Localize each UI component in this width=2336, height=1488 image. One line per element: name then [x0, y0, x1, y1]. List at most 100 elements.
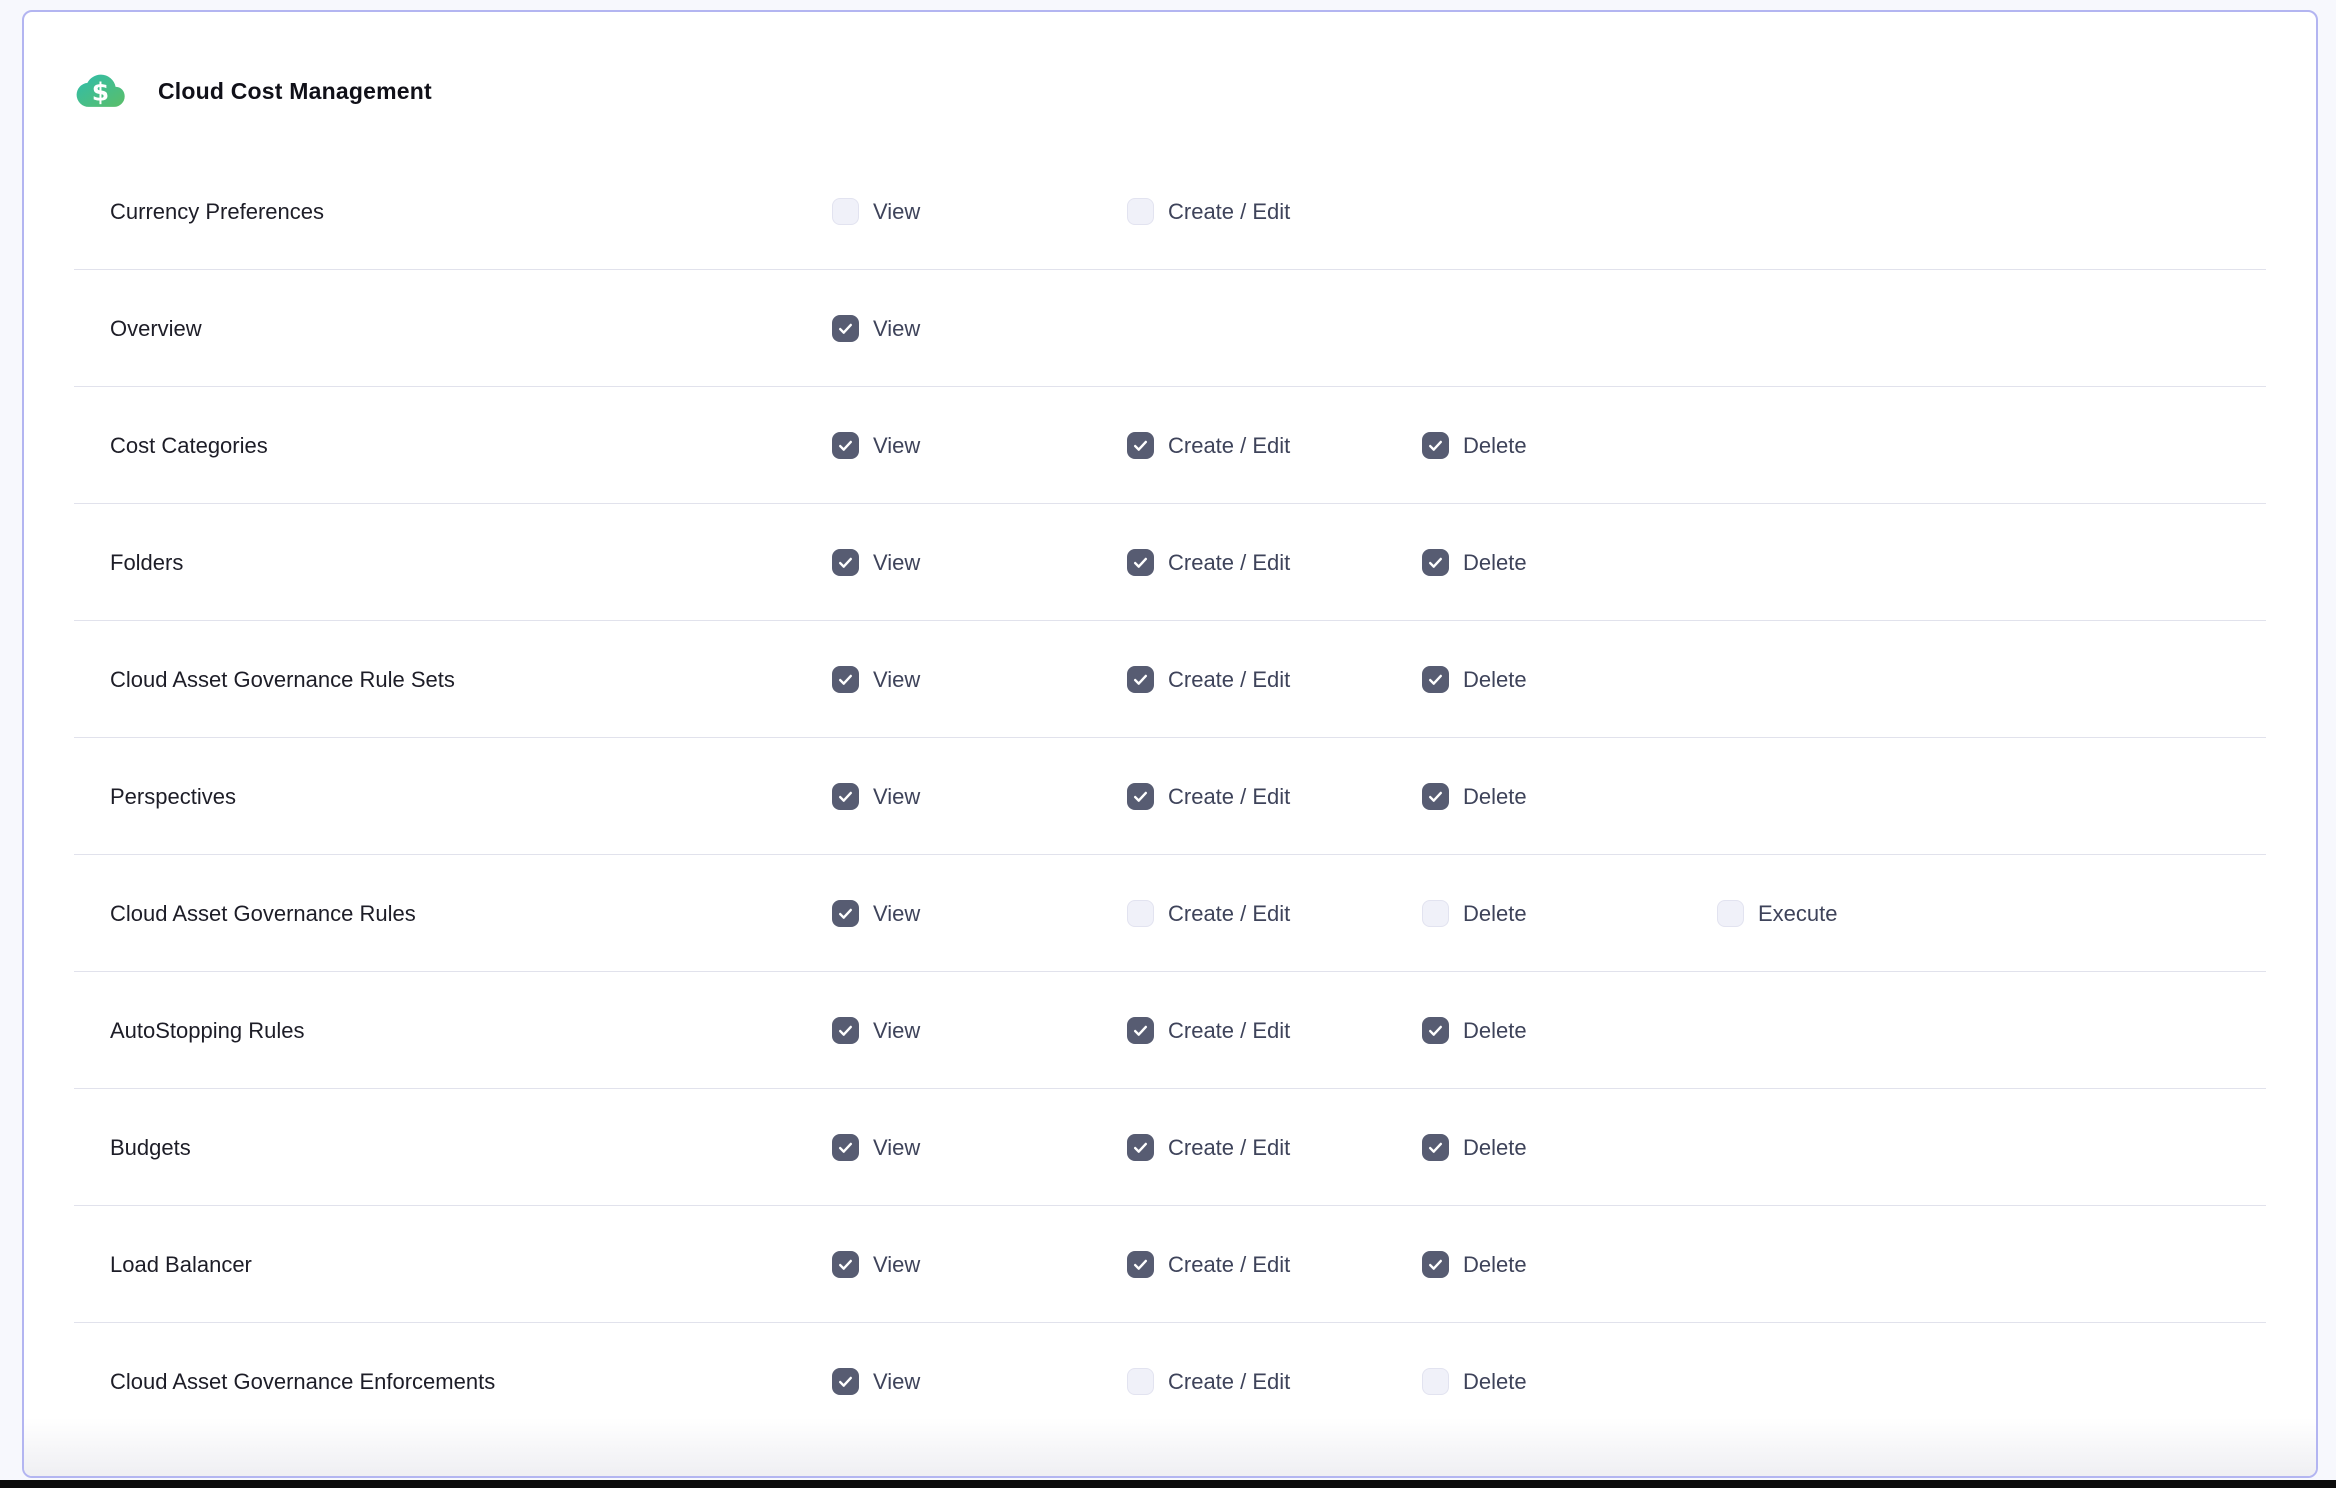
checkbox-delete[interactable]: [1422, 1251, 1449, 1278]
cloud-cost-management-panel: $ Cloud Cost Management Currency Prefere…: [22, 10, 2318, 1478]
permission-cell-create-edit: Create / Edit: [1127, 900, 1422, 927]
permission-label: Create / Edit: [1168, 1252, 1290, 1278]
permission-cell-delete: Delete: [1422, 1134, 1717, 1161]
resource-label: Cloud Asset Governance Rules: [110, 901, 832, 927]
checkbox-create-edit[interactable]: [1127, 549, 1154, 576]
resource-label: Budgets: [110, 1135, 832, 1161]
checkbox-view[interactable]: [832, 315, 859, 342]
checkbox-execute[interactable]: [1717, 900, 1744, 927]
permission-label: Create / Edit: [1168, 550, 1290, 576]
permission-label: Create / Edit: [1168, 667, 1290, 693]
permission-cell-delete: Delete: [1422, 900, 1717, 927]
permission-label: View: [873, 550, 920, 576]
checkbox-view[interactable]: [832, 198, 859, 225]
resource-label: Perspectives: [110, 784, 832, 810]
permissions-list: Currency PreferencesViewCreate / EditOve…: [24, 153, 2316, 1440]
permission-label: Delete: [1463, 1135, 1527, 1161]
permission-cell-view: View: [832, 1017, 1127, 1044]
permission-row-cloud-asset-governance-enforcements: Cloud Asset Governance EnforcementsViewC…: [24, 1323, 2316, 1440]
checkbox-create-edit[interactable]: [1127, 900, 1154, 927]
checkbox-delete[interactable]: [1422, 1017, 1449, 1044]
permission-label: Delete: [1463, 784, 1527, 810]
checkbox-delete[interactable]: [1422, 1368, 1449, 1395]
permission-cell-delete: Delete: [1422, 783, 1717, 810]
svg-text:$: $: [92, 77, 109, 106]
permission-label: Create / Edit: [1168, 1135, 1290, 1161]
resource-label: Cloud Asset Governance Rule Sets: [110, 667, 832, 693]
checkbox-view[interactable]: [832, 432, 859, 459]
permission-cell-view: View: [832, 549, 1127, 576]
checkbox-create-edit[interactable]: [1127, 1134, 1154, 1161]
checkbox-create-edit[interactable]: [1127, 1017, 1154, 1044]
permission-cell-execute: Execute: [1717, 900, 2012, 927]
checkbox-view[interactable]: [832, 1017, 859, 1044]
checkbox-view[interactable]: [832, 1368, 859, 1395]
panel-title: Cloud Cost Management: [158, 78, 432, 105]
permission-cell-create-edit: Create / Edit: [1127, 1017, 1422, 1044]
permission-label: Delete: [1463, 1369, 1527, 1395]
checkbox-delete[interactable]: [1422, 900, 1449, 927]
permission-row-cloud-asset-governance-rule-sets: Cloud Asset Governance Rule SetsView Crea…: [24, 621, 2316, 738]
checkbox-create-edit[interactable]: [1127, 1368, 1154, 1395]
checkbox-view[interactable]: [832, 666, 859, 693]
permission-label: View: [873, 1018, 920, 1044]
checkbox-create-edit[interactable]: [1127, 666, 1154, 693]
window-bottom-edge: [0, 1480, 2336, 1488]
permission-cell-create-edit: Create / Edit: [1127, 432, 1422, 459]
permission-cell-delete: Delete: [1422, 1017, 1717, 1044]
checkbox-view[interactable]: [832, 783, 859, 810]
permission-label: Create / Edit: [1168, 1018, 1290, 1044]
permission-label: Create / Edit: [1168, 1369, 1290, 1395]
permission-label: View: [873, 1135, 920, 1161]
checkbox-delete[interactable]: [1422, 432, 1449, 459]
permission-cell-view: View: [832, 1134, 1127, 1161]
permission-label: View: [873, 1252, 920, 1278]
checkbox-delete[interactable]: [1422, 549, 1449, 576]
permission-label: Execute: [1758, 901, 1838, 927]
permission-cell-view: View: [832, 666, 1127, 693]
permission-cell-delete: Delete: [1422, 666, 1717, 693]
permission-cell-delete: Delete: [1422, 1251, 1717, 1278]
permission-cell-view: View: [832, 198, 1127, 225]
checkbox-create-edit[interactable]: [1127, 198, 1154, 225]
checkbox-delete[interactable]: [1422, 783, 1449, 810]
permission-label: View: [873, 199, 920, 225]
permission-cell-create-edit: Create / Edit: [1127, 1251, 1422, 1278]
resource-label: Currency Preferences: [110, 199, 832, 225]
permission-label: Create / Edit: [1168, 199, 1290, 225]
cloud-dollar-icon: $: [75, 73, 125, 111]
permission-label: Create / Edit: [1168, 901, 1290, 927]
permission-row-budgets: Budgets View Create / Edit Delete: [24, 1089, 2316, 1206]
permission-label: View: [873, 316, 920, 342]
permission-label: Create / Edit: [1168, 784, 1290, 810]
permission-row-currency-preferences: Currency Preferences View Create / Edit: [24, 153, 2316, 270]
permission-cell-create-edit: Create / Edit: [1127, 549, 1422, 576]
checkbox-delete[interactable]: [1422, 666, 1449, 693]
permission-cell-create-edit: Create / Edit: [1127, 1134, 1422, 1161]
permission-label: Delete: [1463, 550, 1527, 576]
checkbox-view[interactable]: [832, 1251, 859, 1278]
permission-row-load-balancer: Load BalancerViewCreate / EditDelete: [24, 1206, 2316, 1323]
permission-cell-view: View: [832, 432, 1127, 459]
permission-row-cloud-asset-governance-rules: Cloud Asset Governance RulesViewCreate /…: [24, 855, 2316, 972]
permission-row-autostopping-rules: AutoStopping RulesViewCreate / EditDelet…: [24, 972, 2316, 1089]
checkbox-create-edit[interactable]: [1127, 783, 1154, 810]
checkbox-create-edit[interactable]: [1127, 1251, 1154, 1278]
checkbox-view[interactable]: [832, 900, 859, 927]
resource-label: Cloud Asset Governance Enforcements: [110, 1369, 832, 1395]
checkbox-delete[interactable]: [1422, 1134, 1449, 1161]
permission-cell-create-edit: Create / Edit: [1127, 666, 1422, 693]
permission-label: Delete: [1463, 1252, 1527, 1278]
checkbox-view[interactable]: [832, 549, 859, 576]
permission-label: Create / Edit: [1168, 433, 1290, 459]
permission-cell-view: View: [832, 1251, 1127, 1278]
resource-label: Folders: [110, 550, 832, 576]
permission-cell-view: View: [832, 315, 1127, 342]
permission-label: Delete: [1463, 901, 1527, 927]
permission-cell-delete: Delete: [1422, 432, 1717, 459]
permission-label: View: [873, 784, 920, 810]
permission-cell-create-edit: Create / Edit: [1127, 198, 1422, 225]
checkbox-create-edit[interactable]: [1127, 432, 1154, 459]
permission-label: Delete: [1463, 667, 1527, 693]
checkbox-view[interactable]: [832, 1134, 859, 1161]
